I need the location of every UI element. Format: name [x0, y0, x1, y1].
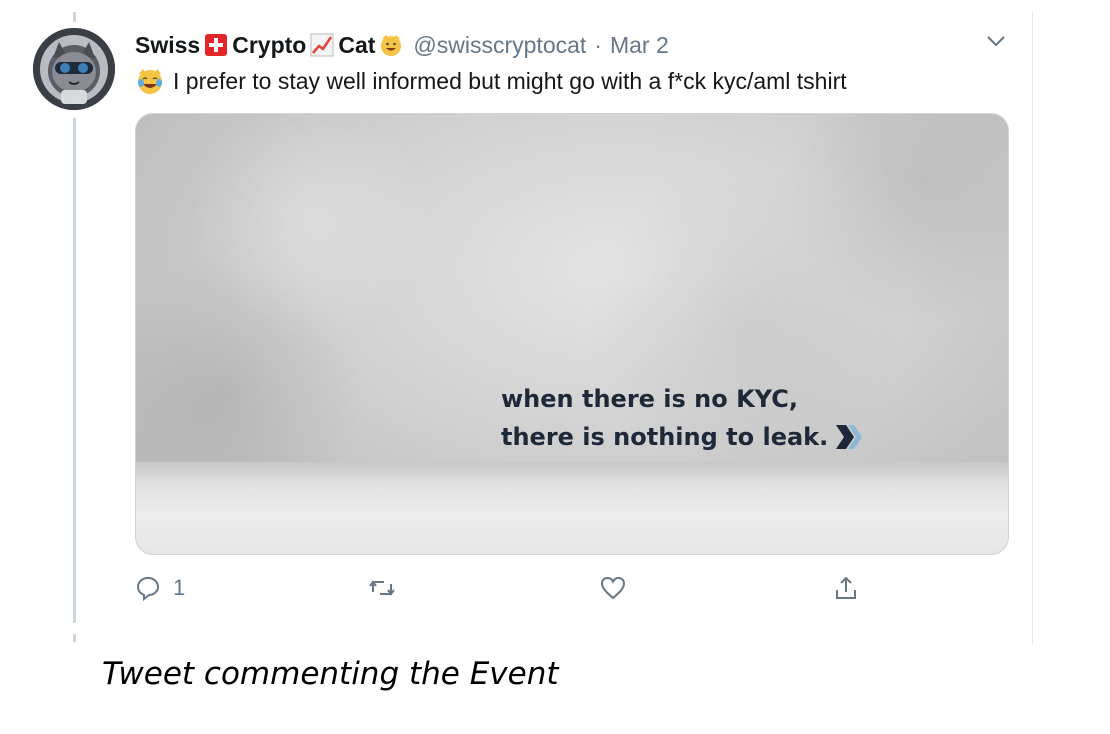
thread-line	[73, 118, 76, 623]
share-icon	[836, 576, 856, 599]
thread-line-top	[73, 12, 76, 22]
grinning-cat-emoji-icon	[381, 35, 402, 56]
tweet-media[interactable]: when there is no KYC, there is nothing t…	[135, 113, 1009, 555]
slogan-line-2: there is nothing to leak.	[501, 423, 829, 451]
name-part-3: Cat	[338, 31, 376, 58]
like-button[interactable]	[600, 570, 626, 606]
tweet-header: Swiss Crypto Cat @swisscryptocat · Mar 2	[135, 28, 669, 62]
separator: ·	[594, 31, 602, 58]
name-part-1: Swiss	[135, 31, 201, 58]
tweet-body: I prefer to stay well informed but might…	[173, 67, 847, 94]
media-slogan: when there is no KYC, there is nothing t…	[501, 380, 868, 456]
chart-increasing-emoji-icon	[310, 33, 334, 57]
swiss-flag-emoji-icon	[205, 34, 228, 56]
figure-caption: Tweet commenting the Event	[102, 656, 559, 692]
thread-line-bottom	[73, 634, 76, 642]
tears-of-joy-emoji-icon	[138, 69, 162, 94]
chevron-down-icon[interactable]	[983, 28, 1009, 54]
floor	[136, 462, 1008, 554]
reply-count: 1	[173, 575, 186, 600]
user-handle[interactable]: @swisscryptocat	[413, 32, 586, 59]
display-name[interactable]: Swiss Crypto Cat	[135, 32, 403, 59]
share-button[interactable]	[833, 570, 859, 606]
brand-logo-icon	[836, 425, 863, 449]
reply-button[interactable]: 1	[135, 570, 185, 606]
tweet-text: I prefer to stay well informed but might…	[135, 64, 847, 98]
retweet-icon	[369, 580, 395, 596]
slogan-line-1: when there is no KYC,	[501, 385, 798, 413]
retweet-button[interactable]	[367, 570, 397, 606]
heart-icon	[600, 576, 626, 600]
avatar[interactable]	[33, 28, 115, 110]
name-part-2: Crypto	[232, 31, 307, 58]
reply-icon	[136, 576, 160, 601]
timeline-border	[1032, 12, 1033, 644]
tweet-date[interactable]: Mar 2	[610, 32, 669, 59]
tweet-actions: 1	[135, 570, 1007, 610]
